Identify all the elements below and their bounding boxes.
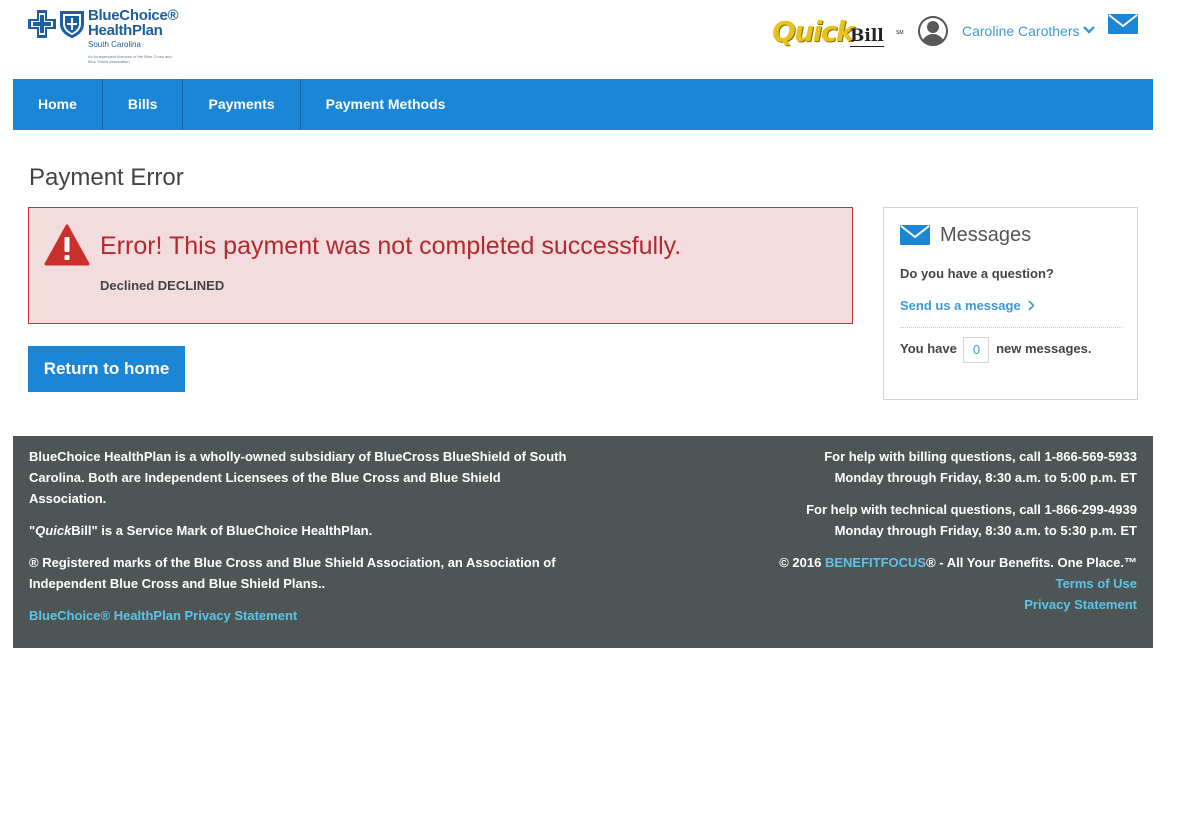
logo-name-line2: HealthPlan xyxy=(88,22,163,39)
bluechoice-logo[interactable]: BlueChoice® HealthPlan South Carolina An… xyxy=(28,6,188,66)
new-messages-row: You have 0 new messages. xyxy=(900,336,1091,363)
footer-subsidiary-text: BlueChoice HealthPlan is a wholly-owned … xyxy=(29,449,567,506)
chevron-right-icon xyxy=(1028,300,1035,311)
new-messages-prefix: You have xyxy=(900,341,957,356)
privacy-statement-link[interactable]: Privacy Statement xyxy=(1024,597,1137,612)
new-messages-suffix: new messages. xyxy=(996,341,1092,356)
main-nav: Home Bills Payments Payment Methods xyxy=(13,79,1153,130)
logo-name-line1: BlueChoice® xyxy=(88,7,179,24)
warning-icon xyxy=(44,224,90,266)
copyright: © 2016 BENEFITFOCUS® - All Your Benefits… xyxy=(779,555,1137,570)
footer: BlueChoice HealthPlan is a wholly-owned … xyxy=(13,436,1153,648)
header: BlueChoice® HealthPlan South Carolina An… xyxy=(0,0,1181,79)
mail-icon xyxy=(900,225,930,245)
blue-shield-icon xyxy=(60,11,84,38)
billing-help: For help with billing questions, call 1-… xyxy=(824,449,1137,485)
mail-icon[interactable] xyxy=(1108,14,1138,34)
chevron-down-icon[interactable] xyxy=(1083,25,1095,35)
logo-licensee-note: An Independent licensee of the Blue Cros… xyxy=(88,54,172,64)
error-title: Error! This payment was not completed su… xyxy=(100,232,682,260)
user-avatar-icon[interactable] xyxy=(918,16,948,46)
logo-state: South Carolina xyxy=(88,40,141,49)
send-message-label: Send us a message xyxy=(900,298,1021,313)
return-home-button[interactable]: Return to home xyxy=(28,346,185,392)
nav-item-payment-methods[interactable]: Payment Methods xyxy=(301,79,471,130)
messages-divider xyxy=(900,327,1122,328)
technical-help: For help with technical questions, call … xyxy=(806,502,1137,538)
benefitfocus-link[interactable]: BENEFITFOCUS xyxy=(825,555,926,570)
send-message-link[interactable]: Send us a message xyxy=(900,298,1036,314)
bluechoice-privacy-link[interactable]: BlueChoice® HealthPlan Privacy Statement xyxy=(29,608,297,623)
error-alert: Error! This payment was not completed su… xyxy=(28,207,853,324)
user-menu-name[interactable]: Caroline Carothers xyxy=(962,22,1080,40)
quickbill-quick-text: Quick xyxy=(772,15,855,48)
nav-item-home[interactable]: Home xyxy=(13,79,103,130)
quickbill-bill-text: Bill xyxy=(850,26,884,47)
messages-title: Messages xyxy=(940,224,1032,246)
footer-registered-marks: ® Registered marks of the Blue Cross and… xyxy=(29,555,556,591)
messages-question: Do you have a question? xyxy=(900,266,1054,281)
quickbill-logo: Quick Bill SM xyxy=(772,14,907,50)
footer-service-mark: "QuickBill" is a Service Mark of BlueCho… xyxy=(29,523,373,538)
nav-item-bills[interactable]: Bills xyxy=(103,79,184,130)
page-title: Payment Error xyxy=(29,164,184,191)
messages-panel: Messages Do you have a question? Send us… xyxy=(883,207,1138,400)
error-detail: Declined DECLINED xyxy=(100,278,225,293)
footer-right: For help with billing questions, call 1-… xyxy=(717,446,1137,615)
terms-of-use-link[interactable]: Terms of Use xyxy=(1056,576,1137,591)
quickbill-sm-text: SM xyxy=(896,30,904,36)
footer-left: BlueChoice HealthPlan is a wholly-owned … xyxy=(29,446,574,626)
nav-item-payments[interactable]: Payments xyxy=(183,79,301,130)
new-messages-count: 0 xyxy=(963,336,990,363)
blue-cross-icon xyxy=(28,10,56,38)
